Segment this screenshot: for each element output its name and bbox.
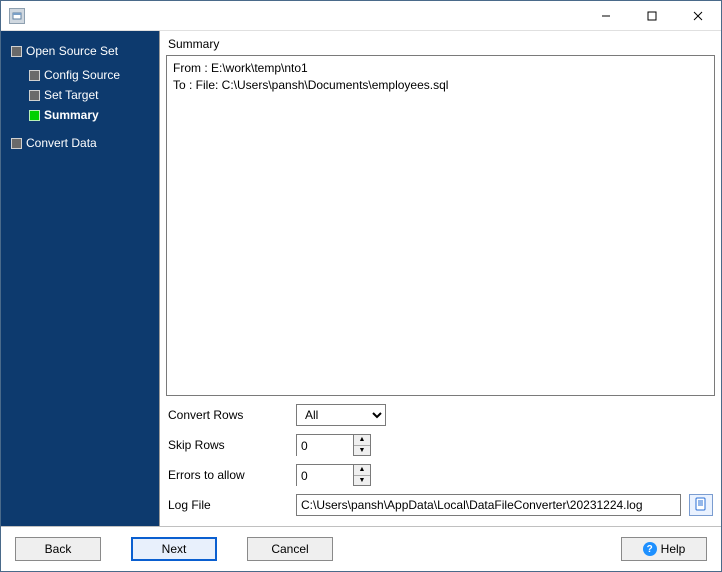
label-errors-allow: Errors to allow <box>168 468 288 482</box>
log-file-browse-button[interactable] <box>689 494 713 516</box>
next-button[interactable]: Next <box>131 537 217 561</box>
wizard-footer: Back Next Cancel ? Help <box>1 526 721 571</box>
label-skip-rows: Skip Rows <box>168 438 288 452</box>
skip-rows-up[interactable]: ▲ <box>354 435 370 445</box>
body: Open Source Set Config Source <box>1 31 721 526</box>
errors-allow-up[interactable]: ▲ <box>354 465 370 475</box>
row-convert-rows: Convert Rows All <box>168 404 713 426</box>
cancel-button[interactable]: Cancel <box>247 537 333 561</box>
titlebar <box>1 1 721 31</box>
tree-node-icon <box>11 46 22 57</box>
tree-node-icon <box>11 138 22 149</box>
tree-item-label: Config Source <box>44 68 120 82</box>
tree-item-label: Convert Data <box>26 136 97 150</box>
app-icon <box>9 8 25 24</box>
help-icon: ? <box>643 542 657 556</box>
tree-node-icon <box>29 90 40 101</box>
label-convert-rows: Convert Rows <box>168 408 288 422</box>
row-log-file: Log File <box>168 494 713 516</box>
maximize-button[interactable] <box>629 1 675 30</box>
errors-allow-spinner: ▲ ▼ <box>296 464 371 486</box>
help-button[interactable]: ? Help <box>621 537 707 561</box>
tree-node-icon <box>29 110 40 121</box>
app-window: Open Source Set Config Source <box>0 0 722 572</box>
tree-node-icon <box>29 70 40 81</box>
errors-allow-down[interactable]: ▼ <box>354 475 370 486</box>
summary-textbox[interactable]: From : E:\work\temp\nto1 To : File: C:\U… <box>166 55 715 396</box>
row-skip-rows: Skip Rows ▲ ▼ <box>168 434 713 456</box>
convert-rows-select[interactable]: All <box>296 404 386 426</box>
section-title: Summary <box>166 35 715 55</box>
close-button[interactable] <box>675 1 721 30</box>
log-file-input[interactable] <box>296 494 681 516</box>
skip-rows-down[interactable]: ▼ <box>354 445 370 456</box>
tree-item-label: Set Target <box>44 88 98 102</box>
tree-item-set-target[interactable]: Set Target <box>25 85 159 105</box>
tree-item-open-source-set[interactable]: Open Source Set <box>7 41 159 61</box>
label-log-file: Log File <box>168 498 288 512</box>
tree-item-convert-data[interactable]: Convert Data <box>7 133 159 153</box>
window-controls <box>583 1 721 30</box>
errors-allow-input[interactable] <box>297 465 353 487</box>
skip-rows-input[interactable] <box>297 435 353 457</box>
row-errors-allow: Errors to allow ▲ ▼ <box>168 464 713 486</box>
minimize-button[interactable] <box>583 1 629 30</box>
tree-item-config-source[interactable]: Config Source <box>25 65 159 85</box>
tree-item-summary[interactable]: Summary <box>25 105 159 125</box>
back-button[interactable]: Back <box>15 537 101 561</box>
wizard-sidebar: Open Source Set Config Source <box>1 31 160 526</box>
tree-item-label: Summary <box>44 108 99 122</box>
document-icon <box>694 497 708 514</box>
options-panel: Convert Rows All Skip Rows ▲ ▼ <box>166 396 715 526</box>
main-pane: Summary From : E:\work\temp\nto1 To : Fi… <box>160 31 721 526</box>
tree-item-label: Open Source Set <box>26 44 118 58</box>
skip-rows-spinner: ▲ ▼ <box>296 434 371 456</box>
